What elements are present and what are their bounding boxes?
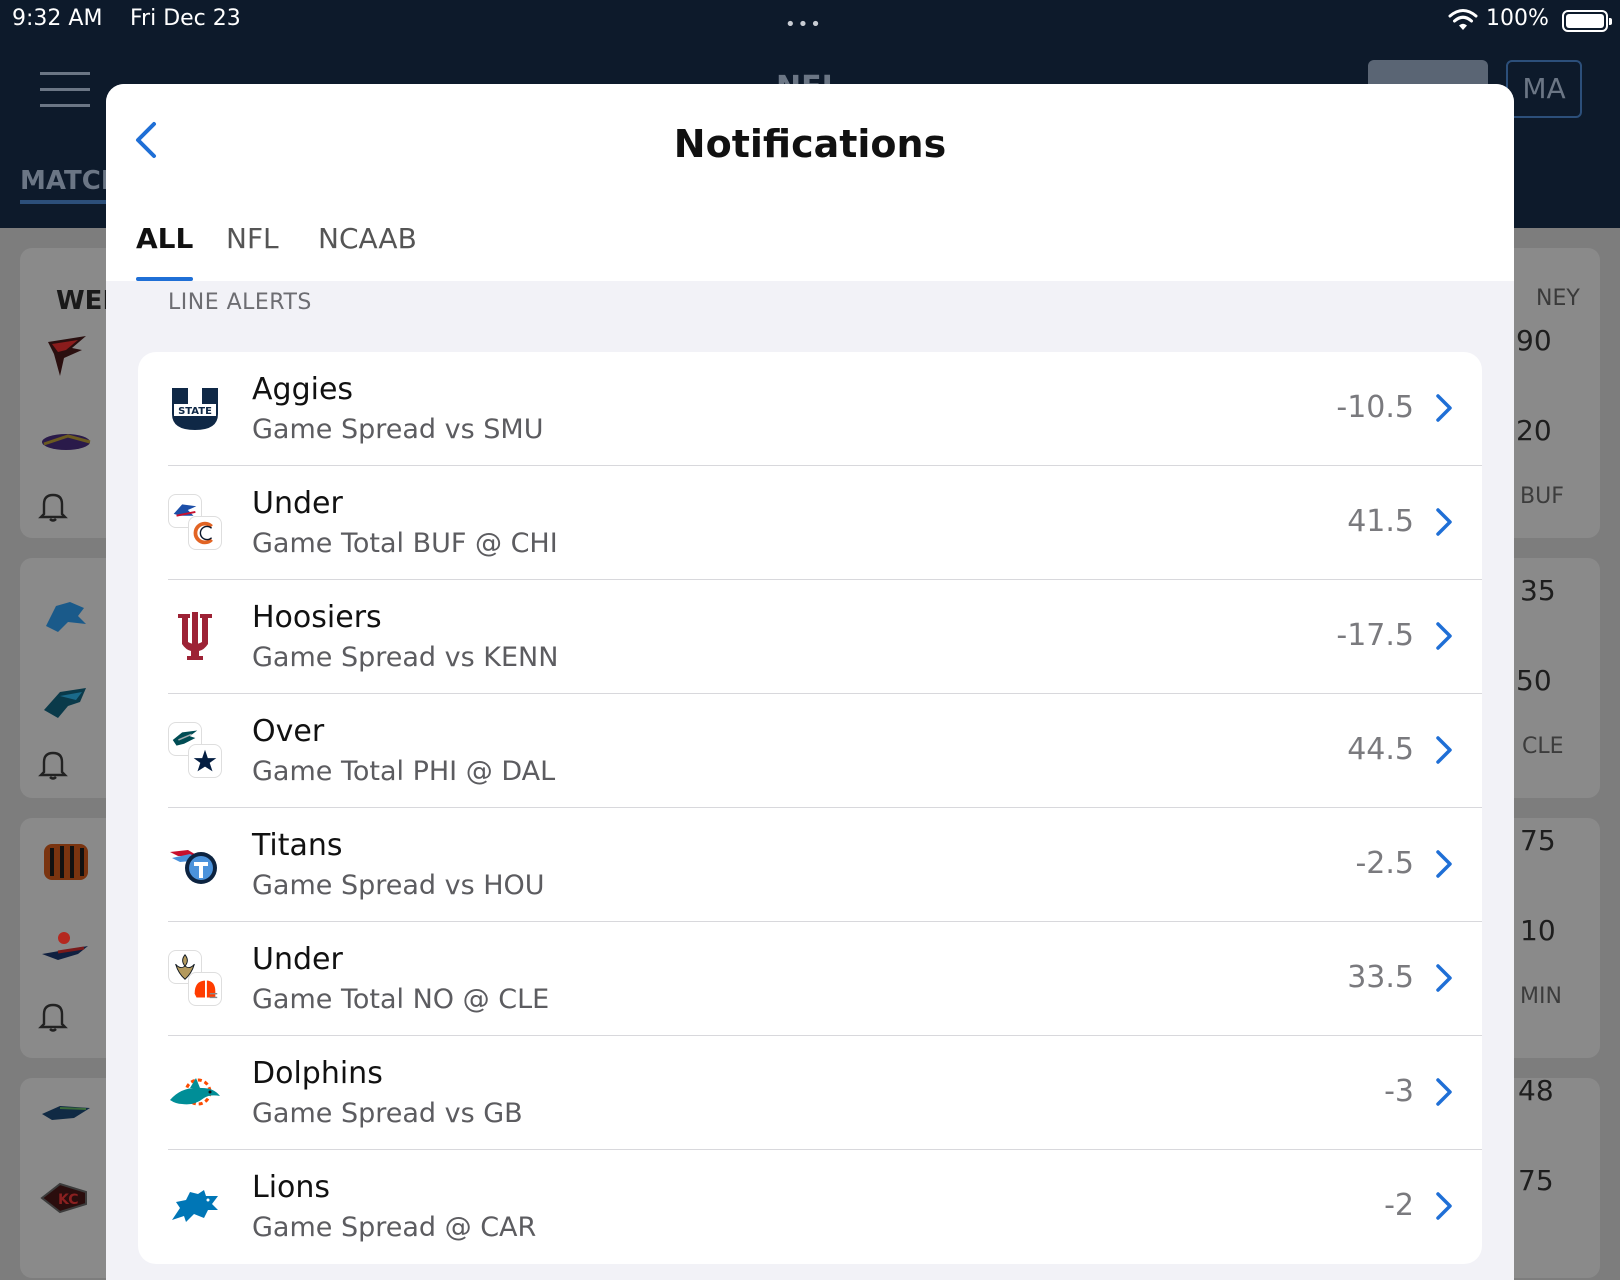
alert-line-value: -2 (1384, 1188, 1414, 1223)
background-odds: 90 (1516, 324, 1552, 357)
bengals-logo-icon (44, 844, 88, 880)
saints-browns-logos-icon (168, 950, 224, 1008)
chevron-right-icon (1436, 508, 1452, 536)
background-odds: 10 (1520, 914, 1556, 947)
section-label: LINE ALERTS (168, 290, 312, 315)
svg-text:STATE: STATE (178, 406, 212, 417)
alert-row[interactable]: Lions Game Spread @ CAR -2 (138, 1150, 1482, 1264)
panthers-logo-icon (44, 688, 86, 718)
tab-nfl[interactable]: NFL (226, 222, 279, 281)
eagles-cowboys-logos-icon (168, 722, 224, 780)
alert-row[interactable]: Dolphins Game Spread vs GB -3 (138, 1036, 1482, 1150)
alert-line-value: 33.5 (1347, 960, 1414, 995)
modal-header: Notifications ALL NFL NCAAB (106, 84, 1514, 281)
bills-bears-logos-icon (168, 494, 224, 552)
alert-subtitle: Game Spread vs SMU (252, 414, 544, 445)
alert-line-value: 41.5 (1347, 504, 1414, 539)
alert-title: Aggies (252, 372, 354, 407)
dolphins-logo-icon (170, 1078, 220, 1106)
alert-subtitle: Game Total BUF @ CHI (252, 528, 558, 559)
alert-subtitle: Game Spread vs GB (252, 1098, 523, 1129)
bell-icon (38, 1003, 68, 1032)
battery-icon (1562, 10, 1612, 32)
background-odds: 48 (1518, 1074, 1554, 1107)
utah-state-logo-icon: STATE (172, 388, 218, 430)
background-odds: 20 (1516, 414, 1552, 447)
alert-title: Dolphins (252, 1056, 383, 1091)
background-team: CLE (1522, 734, 1564, 759)
notifications-modal: Notifications ALL NFL NCAAB LINE ALERTS … (106, 84, 1514, 1280)
alert-row[interactable]: Under Game Total BUF @ CHI 41.5 (138, 466, 1482, 580)
background-odds: 75 (1518, 1164, 1554, 1197)
alert-line-value: 44.5 (1347, 732, 1414, 767)
indiana-logo-icon (178, 612, 212, 660)
alert-line-value: -3 (1384, 1074, 1414, 1109)
match-tab-underline (20, 200, 110, 204)
alert-line-value: -10.5 (1336, 390, 1414, 425)
alert-row[interactable]: Titans Game Spread vs HOU -2.5 (138, 808, 1482, 922)
tab-all[interactable]: ALL (136, 222, 194, 281)
chevron-right-icon (1436, 622, 1452, 650)
alert-title: Lions (252, 1170, 331, 1205)
alert-row[interactable]: Hoosiers Game Spread vs KENN -17.5 (138, 580, 1482, 694)
menu-icon (40, 72, 90, 107)
status-date: Fri Dec 23 (130, 6, 241, 31)
page-title: Notifications (673, 122, 947, 166)
lions-logo-icon (46, 602, 86, 632)
alerts-list: STATE Aggies Game Spread vs SMU -10.5 Un… (138, 352, 1482, 1264)
alert-title: Under (252, 486, 343, 521)
chevron-right-icon (1436, 1078, 1452, 1106)
seahawks-logo-icon (42, 1106, 90, 1120)
bell-icon (38, 751, 68, 780)
alert-subtitle: Game Spread vs HOU (252, 870, 545, 901)
battery-percent: 100% (1486, 6, 1549, 31)
bell-icon (38, 493, 68, 522)
chevron-right-icon (1436, 1192, 1452, 1220)
alert-title: Under (252, 942, 343, 977)
alert-row[interactable]: STATE Aggies Game Spread vs SMU -10.5 (138, 352, 1482, 466)
patriots-logo-icon (42, 946, 88, 960)
alert-title: Hoosiers (252, 600, 382, 635)
svg-text:KC: KC (58, 1192, 79, 1208)
alert-row[interactable]: Over Game Total PHI @ DAL 44.5 (138, 694, 1482, 808)
alert-line-value: -17.5 (1336, 618, 1414, 653)
background-team: BUF (1520, 484, 1564, 509)
chevron-right-icon (1436, 850, 1452, 878)
lions-logo-icon (172, 1190, 218, 1222)
alert-subtitle: Game Spread vs KENN (252, 642, 559, 673)
profile-button: MA (1506, 60, 1582, 118)
background-odds: 50 (1516, 664, 1552, 697)
status-bar: 9:32 AM Fri Dec 23 ••• 100% (0, 0, 1620, 40)
chevron-right-icon (1436, 736, 1452, 764)
chevron-right-icon (1436, 964, 1452, 992)
background-odds: 75 (1520, 824, 1556, 857)
ravens-logo-icon (42, 434, 91, 450)
tab-ncaab[interactable]: NCAAB (318, 222, 417, 281)
alert-row[interactable]: Under Game Total NO @ CLE 33.5 (138, 922, 1482, 1036)
wifi-icon (1448, 9, 1478, 30)
money-label: NEY (1536, 286, 1580, 311)
falcons-logo-icon (48, 336, 86, 376)
alert-subtitle: Game Total PHI @ DAL (252, 756, 556, 787)
alert-subtitle: Game Spread @ CAR (252, 1212, 537, 1243)
chevron-right-icon (1436, 394, 1452, 422)
alert-line-value: -2.5 (1355, 846, 1414, 881)
chiefs-logo-icon: KC (40, 1182, 87, 1214)
background-odds: 35 (1520, 574, 1556, 607)
alert-subtitle: Game Total NO @ CLE (252, 984, 550, 1015)
multitask-dots-icon[interactable]: ••• (785, 14, 823, 35)
titans-logo-icon (170, 850, 217, 884)
alert-title: Over (252, 714, 325, 749)
status-time: 9:32 AM (12, 6, 103, 31)
background-team: MIN (1520, 984, 1562, 1009)
alert-title: Titans (252, 828, 343, 863)
